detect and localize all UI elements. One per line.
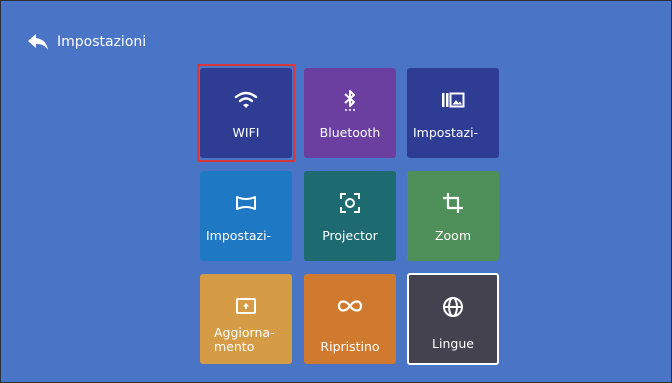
tile-label: Impostazi- bbox=[206, 228, 272, 243]
focus-highlight bbox=[197, 64, 295, 162]
header: Impostazioni bbox=[27, 33, 146, 51]
page-title: Impostazioni bbox=[57, 34, 147, 50]
tile-label: Projector bbox=[322, 228, 378, 243]
projector-mode-icon bbox=[304, 191, 396, 215]
tile-label: Ripristino bbox=[320, 339, 380, 354]
bluetooth-icon bbox=[304, 88, 396, 112]
crop-icon bbox=[407, 191, 499, 215]
infinity-icon bbox=[304, 294, 396, 318]
tile-language[interactable]: Lingue bbox=[407, 273, 499, 365]
image-settings-icon bbox=[407, 88, 499, 112]
tile-label: Aggiorna- mento bbox=[214, 325, 275, 354]
tile-keystone-settings[interactable]: Impostazi- bbox=[200, 171, 292, 261]
settings-screen: Impostazioni WIFI Bluetooth Impostazi- I… bbox=[0, 0, 672, 383]
tile-zoom[interactable]: Zoom bbox=[407, 171, 499, 261]
update-icon bbox=[200, 294, 292, 318]
tile-label: Zoom bbox=[434, 228, 472, 243]
tile-projector[interactable]: Projector bbox=[304, 171, 396, 261]
tile-image-settings[interactable]: Impostazi- bbox=[407, 68, 499, 158]
tile-label: Bluetooth bbox=[319, 125, 381, 140]
tile-reset[interactable]: Ripristino bbox=[304, 274, 396, 364]
tile-update[interactable]: Aggiorna- mento bbox=[200, 274, 292, 364]
tile-label: Impostazi- bbox=[413, 125, 479, 140]
keystone-icon bbox=[200, 191, 292, 215]
tile-label: Lingue bbox=[432, 336, 474, 351]
globe-icon bbox=[409, 295, 497, 319]
tile-bluetooth[interactable]: Bluetooth bbox=[304, 68, 396, 158]
back-arrow-icon[interactable] bbox=[27, 33, 49, 51]
